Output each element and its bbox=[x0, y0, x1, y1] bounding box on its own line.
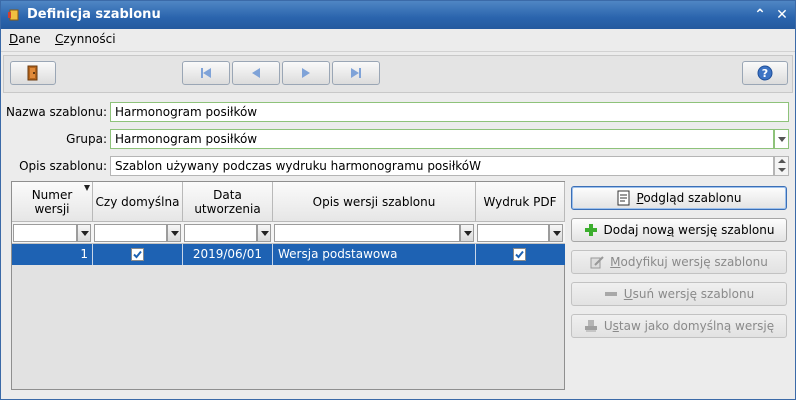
plus-icon bbox=[584, 224, 597, 236]
cell-domyslna bbox=[93, 244, 183, 265]
minus-icon bbox=[604, 292, 617, 296]
chevron-down-icon bbox=[778, 137, 786, 142]
app-icon bbox=[8, 9, 19, 21]
checkmark-icon bbox=[133, 250, 142, 259]
collapse-icon[interactable]: ⌃ bbox=[751, 6, 769, 24]
menu-dane[interactable]: Dane bbox=[9, 32, 41, 46]
cell-data: 2019/06/01 bbox=[183, 244, 273, 265]
filter-opis-dropdown[interactable] bbox=[460, 224, 474, 242]
first-record-button[interactable] bbox=[182, 61, 230, 85]
previous-icon bbox=[252, 68, 260, 78]
stamp-icon bbox=[584, 320, 597, 332]
podglad-label: Podgląd szablonu bbox=[636, 191, 742, 205]
menu-bar: Dane Czynności bbox=[1, 29, 795, 52]
menu-czynnosci[interactable]: Czynności bbox=[55, 32, 116, 46]
last-record-button[interactable] bbox=[332, 61, 380, 85]
grupa-select[interactable]: Harmonogram posiłków bbox=[110, 129, 774, 149]
filter-row bbox=[12, 222, 565, 244]
ustaw-domyslna-button[interactable]: Ustaw jako domyślną wersję bbox=[571, 314, 787, 338]
dodaj-wersje-button[interactable]: Dodaj nową wersję szablonu bbox=[571, 218, 787, 242]
next-icon bbox=[302, 68, 310, 78]
checkbox-pdf[interactable] bbox=[513, 248, 526, 261]
window: Definicja szablonu ⌃ ✕ Dane Czynności ? … bbox=[0, 0, 796, 400]
edit-icon bbox=[590, 256, 604, 269]
title-bar: Definicja szablonu ⌃ ✕ bbox=[1, 1, 795, 29]
header-data-utworzenia[interactable]: Data utworzenia bbox=[183, 182, 273, 222]
usun-wersje-button[interactable]: Usuń wersję szablonu bbox=[571, 282, 787, 306]
exit-button[interactable] bbox=[10, 61, 56, 85]
header-wydruk-pdf[interactable]: Wydruk PDF bbox=[476, 182, 565, 222]
header-czy-domyslna[interactable]: Czy domyślna bbox=[93, 182, 183, 222]
opis-label: Opis szablonu: bbox=[19, 159, 107, 173]
modyfikuj-label: Modyfikuj wersję szablonu bbox=[610, 255, 768, 269]
opis-textarea[interactable]: Szablon używany podczas wydruku harmonog… bbox=[110, 156, 774, 176]
filter-numer-input[interactable] bbox=[13, 224, 77, 242]
grupa-dropdown-button[interactable] bbox=[774, 129, 789, 149]
toolbar: ? bbox=[3, 55, 793, 93]
previous-record-button[interactable] bbox=[232, 61, 280, 85]
filter-pdf-input[interactable] bbox=[477, 224, 549, 242]
grupa-label: Grupa: bbox=[66, 132, 107, 146]
cell-opis: Wersja podstawowa bbox=[273, 244, 476, 265]
filter-numer-dropdown[interactable] bbox=[77, 224, 91, 242]
header-numer-wersji[interactable]: Numer wersji bbox=[12, 182, 93, 222]
cell-pdf bbox=[476, 244, 565, 265]
last-icon bbox=[351, 68, 361, 78]
filter-domyslna-input[interactable] bbox=[94, 224, 167, 242]
cell-numer: 1 bbox=[12, 244, 93, 265]
scroll-up-icon bbox=[778, 159, 786, 163]
filter-data-input[interactable] bbox=[184, 224, 257, 242]
versions-grid: Numer wersji Czy domyślna Data utworzeni… bbox=[11, 181, 565, 390]
filter-data-dropdown[interactable] bbox=[257, 224, 271, 242]
sort-desc-icon bbox=[84, 185, 90, 191]
nazwa-input[interactable]: Harmonogram posiłków bbox=[110, 102, 789, 122]
ustaw-label: Ustaw jako domyślną wersję bbox=[603, 319, 775, 333]
usun-label: Usuń wersję szablonu bbox=[623, 287, 755, 301]
checkmark-icon bbox=[515, 250, 524, 259]
filter-opis-input[interactable] bbox=[274, 224, 460, 242]
table-row[interactable]: 1 2019/06/01 Wersja podstawowa bbox=[12, 244, 565, 265]
filter-domyslna-dropdown[interactable] bbox=[167, 224, 181, 242]
first-icon bbox=[201, 68, 211, 78]
svg-text:?: ? bbox=[762, 67, 768, 80]
modyfikuj-wersje-button[interactable]: Modyfikuj wersję szablonu bbox=[571, 250, 787, 274]
scroll-down-icon bbox=[778, 168, 786, 172]
dodaj-label: Dodaj nową wersję szablonu bbox=[603, 223, 775, 237]
filter-pdf-dropdown[interactable] bbox=[549, 224, 563, 242]
help-icon: ? bbox=[757, 65, 773, 81]
preview-document-icon bbox=[617, 190, 630, 206]
door-exit-icon bbox=[27, 65, 38, 81]
opis-scrollbar[interactable] bbox=[774, 156, 789, 176]
next-record-button[interactable] bbox=[282, 61, 330, 85]
header-opis-wersji[interactable]: Opis wersji szablonu bbox=[273, 182, 476, 222]
window-title: Definicja szablonu bbox=[27, 7, 161, 22]
close-icon[interactable]: ✕ bbox=[773, 6, 791, 24]
podglad-szablonu-button[interactable]: Podgląd szablonu bbox=[571, 186, 787, 210]
nazwa-label: Nazwa szablonu: bbox=[5, 105, 107, 119]
help-button[interactable]: ? bbox=[742, 61, 788, 85]
checkbox-domyslna[interactable] bbox=[131, 248, 144, 261]
